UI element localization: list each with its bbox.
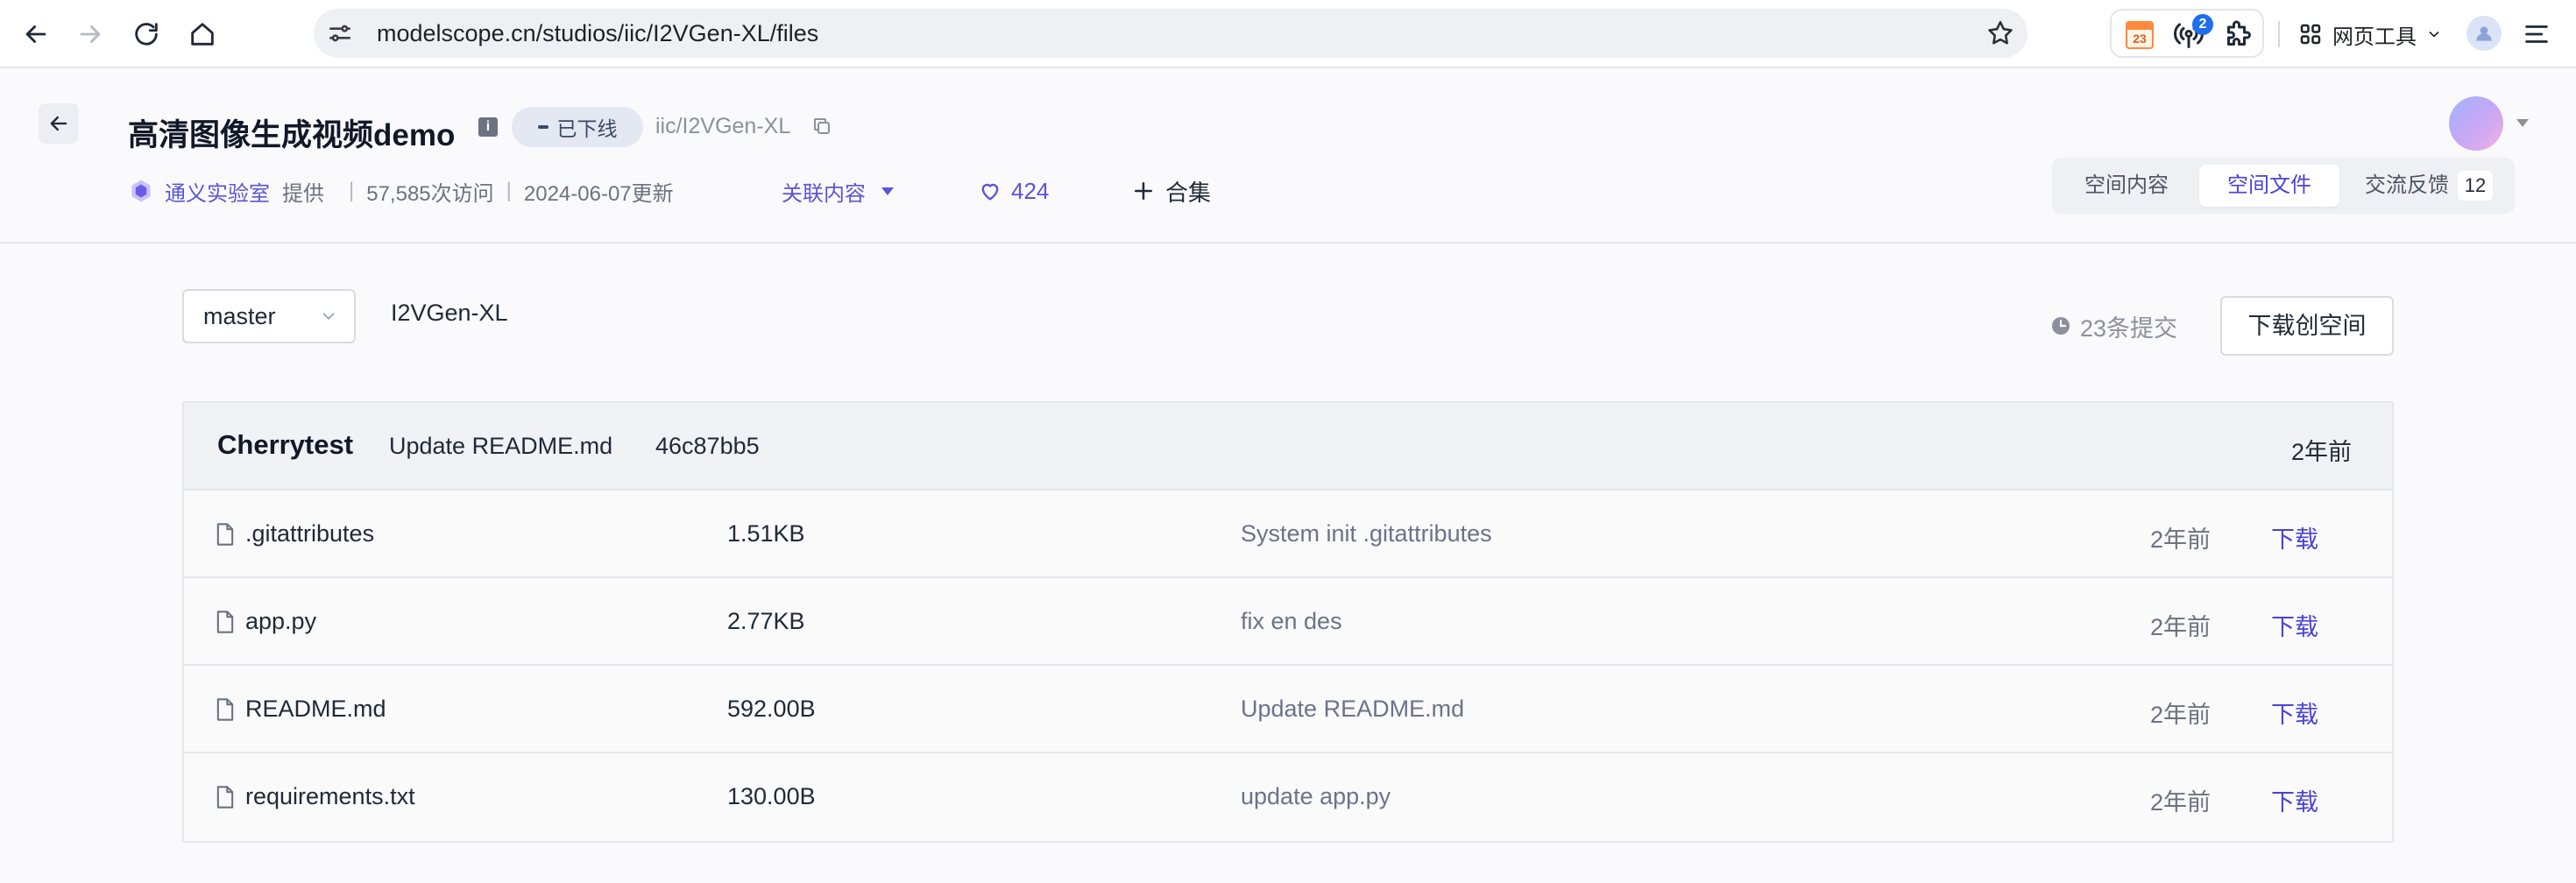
- file-table: Cherrytest Update README.md 46c87bb5 2年前…: [182, 401, 2394, 843]
- file-icon: [216, 786, 234, 809]
- file-size: 130.00B: [727, 783, 816, 809]
- chevron-down-icon: [322, 313, 335, 321]
- calendar-extension-icon[interactable]: 23: [2124, 19, 2155, 51]
- info-icon[interactable]: i: [478, 117, 498, 137]
- browser-menu-icon[interactable]: [2522, 19, 2551, 49]
- grid-icon: [2300, 24, 2321, 45]
- collection-label: 合集: [1165, 179, 1212, 206]
- file-icon: [216, 698, 234, 721]
- reload-icon[interactable]: [124, 12, 168, 56]
- user-avatar[interactable]: [2449, 96, 2503, 151]
- studio-tabs: 空间内容 空间文件 交流反馈 12: [2052, 158, 2515, 214]
- meta-divider: |: [506, 179, 512, 202]
- back-button[interactable]: [39, 103, 79, 144]
- file-name-link[interactable]: requirements.txt: [245, 783, 415, 810]
- file-commit-message[interactable]: System init .gitattributes: [1241, 520, 1492, 547]
- file-time: 2年前: [2150, 789, 2212, 816]
- feedback-count-badge: 12: [2458, 171, 2493, 201]
- table-row: requirements.txt 130.00B update app.py 2…: [184, 753, 2392, 841]
- like-button[interactable]: 424: [978, 173, 1049, 208]
- chevron-down-icon: [2429, 31, 2439, 38]
- file-download-link[interactable]: 下载: [2271, 783, 2318, 817]
- repo-name: I2VGen-XL: [391, 300, 508, 326]
- browser-toolbar: modelscope.cn/studios/iic/I2VGen-XL/file…: [0, 0, 2576, 68]
- notification-badge: 2: [2192, 14, 2213, 35]
- caret-down-icon: [881, 187, 894, 195]
- browser-profile-icon[interactable]: [2466, 16, 2502, 51]
- download-space-button[interactable]: 下载创空间: [2220, 296, 2394, 356]
- branch-select[interactable]: master: [182, 289, 356, 343]
- extensions-group: 23 2: [2110, 9, 2264, 58]
- file-download-link[interactable]: 下载: [2271, 608, 2318, 642]
- forward-arrow-icon[interactable]: [68, 12, 112, 56]
- file-name-link[interactable]: .gitattributes: [245, 520, 374, 547]
- tab-feedback-label: 交流反馈: [2365, 173, 2449, 197]
- related-content-label: 关联内容: [782, 181, 866, 206]
- meta-row: 通义实验室 提供 | 57,585次访问 | 2024-06-07更新: [128, 173, 674, 208]
- commit-author[interactable]: Cherrytest: [217, 429, 353, 461]
- file-download-link[interactable]: 下载: [2271, 520, 2318, 555]
- url-text[interactable]: modelscope.cn/studios/iic/I2VGen-XL/file…: [377, 9, 818, 58]
- file-time: 2年前: [2150, 526, 2212, 553]
- file-icon: [216, 523, 234, 546]
- org-name-link[interactable]: 通义实验室: [165, 176, 270, 207]
- file-time: 2年前: [2150, 614, 2212, 640]
- tab-space-content[interactable]: 空间内容: [2061, 165, 2192, 207]
- file-commit-message[interactable]: update app.py: [1241, 783, 1391, 810]
- file-download-link[interactable]: 下载: [2271, 696, 2318, 730]
- add-collection-button[interactable]: 合集: [1130, 173, 1211, 208]
- web-tools-label: 网页工具: [2332, 25, 2417, 49]
- studio-header: 高清图像生成视频demo i 已下线 iic/I2VGen-XL 通义实验室 提…: [0, 70, 2576, 244]
- meta-divider: |: [349, 179, 355, 202]
- file-size: 1.51KB: [727, 520, 805, 547]
- table-row: README.md 592.00B Update README.md 2年前 下…: [184, 666, 2392, 753]
- table-row: app.py 2.77KB fix en des 2年前 下载: [184, 578, 2392, 666]
- clock-icon: [2052, 317, 2070, 335]
- tab-space-files[interactable]: 空间文件: [2199, 165, 2339, 207]
- plus-icon: [1135, 182, 1152, 200]
- visit-count: 57,585次访问: [366, 181, 494, 206]
- back-arrow-icon[interactable]: [14, 12, 58, 56]
- status-badge: 已下线: [512, 107, 643, 147]
- site-settings-icon[interactable]: [326, 19, 354, 47]
- caret-down-icon[interactable]: [2516, 119, 2529, 127]
- calendar-day: 23: [2126, 30, 2154, 49]
- offline-dash-icon: [537, 125, 548, 129]
- file-icon: [216, 611, 234, 633]
- updated-date: 2024-06-07更新: [523, 181, 674, 206]
- file-commit-message[interactable]: Update README.md: [1241, 696, 1464, 723]
- status-label: 已下线: [556, 117, 618, 140]
- commit-count: 23条提交: [2080, 314, 2178, 342]
- table-row: .gitattributes 1.51KB System init .gitat…: [184, 491, 2392, 578]
- puzzle-extension-icon[interactable]: [2222, 19, 2254, 51]
- repo-path: iic/I2VGen-XL: [655, 114, 791, 138]
- file-size: 2.77KB: [727, 608, 805, 634]
- latest-commit-header: Cherrytest Update README.md 46c87bb5 2年前: [184, 403, 2392, 491]
- file-commit-message[interactable]: fix en des: [1241, 608, 1342, 635]
- toolbar-divider: [2278, 21, 2280, 47]
- file-name-link[interactable]: app.py: [245, 608, 316, 635]
- page-title: 高清图像生成视频demo: [128, 118, 456, 152]
- branch-value: master: [203, 303, 276, 329]
- back-arrow-icon: [50, 116, 67, 131]
- file-time: 2年前: [2150, 702, 2212, 728]
- like-count: 424: [1011, 177, 1050, 204]
- file-name-link[interactable]: README.md: [245, 696, 386, 723]
- file-size: 592.00B: [727, 696, 816, 722]
- provided-label: 提供: [282, 181, 324, 206]
- web-tools-button[interactable]: 网页工具: [2297, 12, 2443, 56]
- copy-icon[interactable]: [811, 116, 832, 137]
- tab-feedback[interactable]: 交流反馈 12: [2350, 165, 2508, 207]
- commit-message[interactable]: Update README.md: [389, 433, 612, 460]
- commit-time: 2年前: [2290, 439, 2352, 465]
- home-icon[interactable]: [180, 12, 224, 56]
- org-logo-icon: [131, 180, 151, 202]
- heart-icon: [981, 183, 999, 201]
- commit-hash[interactable]: 46c87bb5: [655, 433, 760, 460]
- bookmark-star-icon[interactable]: [1985, 18, 2015, 48]
- commit-count-link[interactable]: 23条提交: [2050, 308, 2177, 343]
- related-content-dropdown[interactable]: 关联内容: [782, 173, 894, 208]
- address-bar[interactable]: modelscope.cn/studios/iic/I2VGen-XL/file…: [314, 9, 2028, 58]
